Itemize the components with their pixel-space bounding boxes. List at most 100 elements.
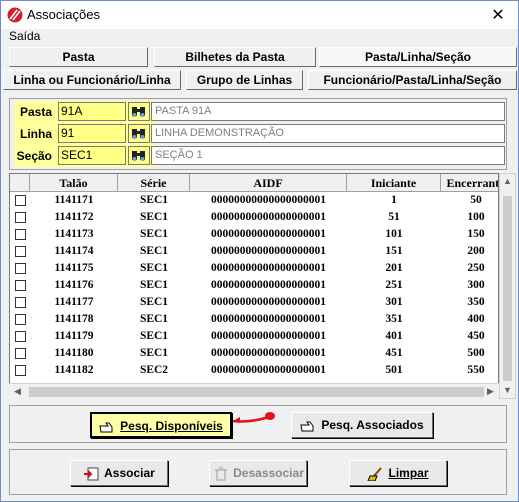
hand-pointer-icon	[99, 422, 113, 433]
desassociar-button[interactable]: Desassociar	[209, 460, 307, 486]
scroll-up-icon[interactable]: ▲	[503, 176, 512, 186]
limpar-label: Limpar	[388, 466, 429, 480]
table-cell: SEC1	[139, 347, 169, 359]
row-checkbox[interactable]	[14, 195, 26, 206]
pasta-description: PASTA 91A	[151, 102, 505, 121]
table-row[interactable]: 1141173 SEC1 00000000000000000001 101 150	[10, 226, 498, 243]
table-row[interactable]: 1141182 SEC2 00000000000000000001 501 550	[10, 362, 498, 379]
column-header-select[interactable]	[10, 174, 30, 192]
grid-body: 1141171 SEC1 00000000000000000001 1 50 114117…	[10, 192, 498, 379]
tab-pasta[interactable]: Pasta	[9, 47, 148, 67]
secao-description: SEÇÃO 1	[151, 146, 505, 165]
row-checkbox-cell	[10, 209, 30, 226]
tab-pasta-linha-secao[interactable]: Pasta/Linha/Seção	[319, 47, 517, 67]
scroll-left-icon[interactable]: ◀	[14, 386, 21, 397]
row-checkbox[interactable]	[14, 246, 26, 257]
table-cell: 201	[385, 262, 403, 274]
horizontal-scrollbar[interactable]: ◀ ▶	[9, 383, 499, 399]
table-cell: 500	[467, 347, 485, 359]
scroll-right-icon[interactable]: ▶	[487, 386, 494, 397]
table-cell: 251	[385, 279, 403, 291]
row-checkbox[interactable]	[14, 280, 26, 291]
scroll-down-icon[interactable]: ▼	[503, 385, 512, 395]
menu-saida[interactable]: Saída	[9, 29, 40, 43]
table-cell: 00000000000000000001	[211, 262, 326, 274]
row-checkbox[interactable]	[14, 348, 26, 359]
table-cell: SEC1	[139, 330, 169, 342]
tab-bilhetes-da-pasta[interactable]: Bilhetes da Pasta	[154, 47, 316, 67]
table-row[interactable]: 1141178 SEC1 00000000000000000001 351 400	[10, 311, 498, 328]
table-cell: 00000000000000000001	[211, 347, 326, 359]
binoculars-icon	[132, 129, 145, 139]
horizontal-scroll-thumb[interactable]	[29, 387, 484, 397]
table-cell: 151	[385, 245, 403, 257]
vertical-scrollbar[interactable]: ▲ ▼	[499, 173, 516, 399]
linha-code-input[interactable]: 91	[58, 124, 126, 143]
column-header-2[interactable]: Série	[118, 174, 190, 192]
row-checkbox-cell	[10, 192, 30, 209]
column-header-5[interactable]: Encerrante	[441, 174, 498, 192]
tab-linha-ou-funcionario-linha[interactable]: Linha ou Funcionário/Linha	[3, 70, 181, 90]
row-checkbox-cell	[10, 328, 30, 345]
limpar-button[interactable]: Limpar	[349, 460, 447, 486]
red-arrow-pointer-icon	[232, 412, 275, 423]
table-cell: 1141171	[54, 194, 94, 206]
table-cell: 150	[467, 228, 485, 240]
row-checkbox[interactable]	[14, 297, 26, 308]
table-row[interactable]: 1141171 SEC1 00000000000000000001 1 50	[10, 192, 498, 209]
secao-search-button[interactable]	[128, 146, 150, 165]
associar-label: Associar	[104, 466, 155, 480]
table-row[interactable]: 1141175 SEC1 00000000000000000001 201 250	[10, 260, 498, 277]
column-header-1[interactable]: Talão	[30, 174, 118, 192]
table-cell: 1141178	[54, 313, 94, 325]
table-cell: 00000000000000000001	[211, 330, 326, 342]
table-row[interactable]: 1141172 SEC1 00000000000000000001 51 100	[10, 209, 498, 226]
row-checkbox[interactable]	[14, 331, 26, 342]
pasta-search-button[interactable]	[128, 102, 150, 121]
actions-panel: Associar Desassociar Limpar	[9, 449, 507, 495]
row-checkbox[interactable]	[14, 212, 26, 223]
grid-header: Talão Série AIDF Iniciante Encerrante	[10, 174, 498, 192]
table-cell: 100	[467, 211, 485, 223]
table-cell: 1141177	[54, 296, 94, 308]
binoculars-icon	[132, 151, 145, 161]
table-cell: 1141180	[54, 347, 94, 359]
linha-search-button[interactable]	[128, 124, 150, 143]
table-row[interactable]: 1141174 SEC1 00000000000000000001 151 200	[10, 243, 498, 260]
broom-icon	[367, 467, 383, 481]
pesq-disponiveis-button[interactable]: Pesq. Disponíveis	[90, 412, 232, 438]
pasta-code-input[interactable]: 91A	[58, 102, 126, 121]
filter-panel: Pasta 91A PASTA 91A Linha 91 LINHA DEMON…	[9, 98, 507, 170]
row-checkbox[interactable]	[14, 263, 26, 274]
table-cell: 250	[467, 262, 485, 274]
row-checkbox[interactable]	[14, 365, 26, 376]
tab-grupo-de-linhas[interactable]: Grupo de Linhas	[186, 70, 303, 90]
column-header-3[interactable]: AIDF	[190, 174, 347, 192]
column-header-4[interactable]: Iniciante	[347, 174, 441, 192]
table-row[interactable]: 1141179 SEC1 00000000000000000001 401 450	[10, 328, 498, 345]
table-cell: 00000000000000000001	[211, 245, 326, 257]
app-logo-icon	[7, 7, 23, 23]
binoculars-icon	[132, 107, 145, 117]
linha-label: Linha	[20, 127, 52, 141]
secao-code-input[interactable]: SEC1	[58, 146, 126, 165]
row-checkbox[interactable]	[14, 229, 26, 240]
table-cell: 501	[385, 364, 403, 376]
table-cell: 1	[391, 194, 397, 206]
table-cell: 00000000000000000001	[211, 279, 326, 291]
associar-button[interactable]: Associar	[70, 460, 168, 486]
table-cell: 1141174	[54, 245, 94, 257]
row-checkbox-cell	[10, 243, 30, 260]
linha-description: LINHA DEMONSTRAÇÃO	[151, 124, 505, 143]
table-cell: SEC1	[139, 211, 169, 223]
close-button[interactable]: ✕	[490, 5, 506, 24]
row-checkbox[interactable]	[14, 314, 26, 325]
table-cell: 401	[385, 330, 403, 342]
table-row[interactable]: 1141176 SEC1 00000000000000000001 251 300	[10, 277, 498, 294]
pesq-associados-button[interactable]: Pesq. Associados	[291, 412, 433, 438]
table-row[interactable]: 1141177 SEC1 00000000000000000001 301 350	[10, 294, 498, 311]
table-row[interactable]: 1141180 SEC1 00000000000000000001 451 500	[10, 345, 498, 362]
vertical-scroll-thumb[interactable]	[503, 196, 512, 381]
row-checkbox-cell	[10, 277, 30, 294]
tab-funcionario-pasta-linha-secao[interactable]: Funcionário/Pasta/Linha/Seção	[308, 70, 517, 90]
